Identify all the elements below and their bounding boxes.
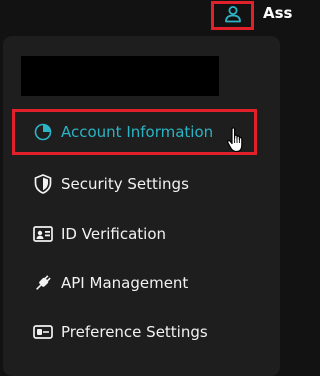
shield-icon bbox=[33, 174, 53, 194]
menu-item-label: Security Settings bbox=[61, 175, 189, 193]
menu-item-api-management[interactable]: API Management bbox=[12, 260, 257, 306]
user-menu-button[interactable] bbox=[211, 1, 254, 30]
plug-icon bbox=[33, 273, 53, 293]
top-bar: Ass bbox=[0, 0, 292, 34]
menu-item-account-information[interactable]: Account Information bbox=[12, 109, 257, 155]
menu-item-security-settings[interactable]: Security Settings bbox=[12, 161, 257, 207]
toggle-icon bbox=[33, 322, 53, 342]
pie-chart-icon bbox=[33, 122, 53, 142]
menu-item-label: API Management bbox=[61, 274, 189, 292]
menu-item-label: Preference Settings bbox=[61, 323, 208, 341]
hand-cursor-icon bbox=[226, 126, 246, 156]
user-name-label[interactable]: Ass bbox=[263, 4, 292, 22]
menu-item-label: ID Verification bbox=[61, 225, 167, 243]
user-icon bbox=[224, 5, 242, 27]
redacted-account-name bbox=[21, 56, 219, 96]
id-card-icon bbox=[33, 224, 53, 244]
menu-item-label: Account Information bbox=[61, 123, 214, 141]
menu-item-preference-settings[interactable]: Preference Settings bbox=[12, 309, 257, 355]
menu-item-id-verification[interactable]: ID Verification bbox=[12, 211, 257, 257]
